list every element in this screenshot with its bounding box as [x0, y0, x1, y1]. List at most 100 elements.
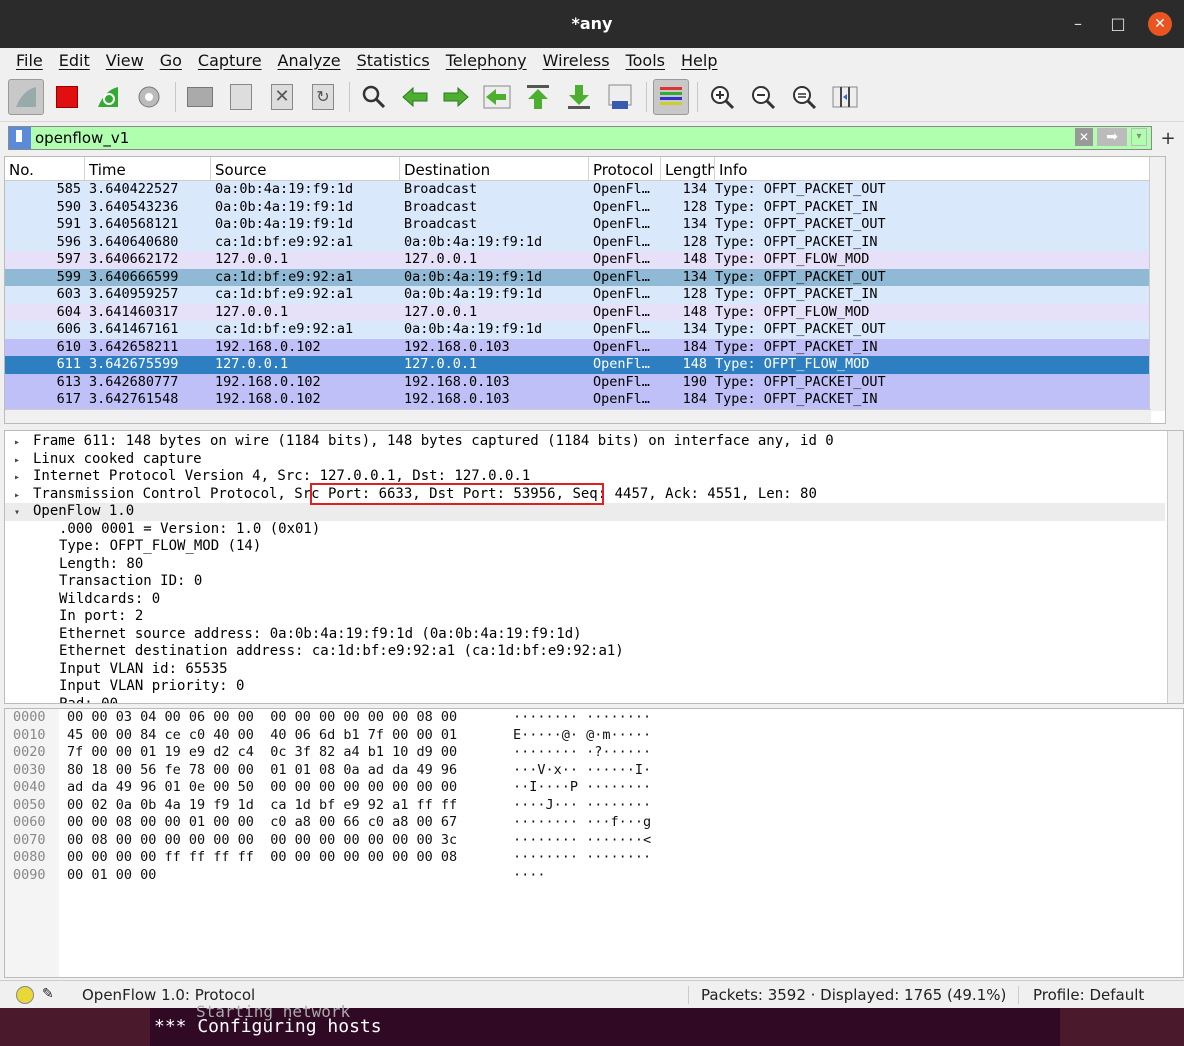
hex-line[interactable]: 0000 00 00 03 04 00 06 00 00 00 00 00 00 …	[5, 709, 1183, 727]
menu-view[interactable]: View	[98, 51, 152, 70]
clear-filter-icon[interactable]: ✕	[1075, 128, 1093, 146]
column-header-length[interactable]: Length	[661, 157, 715, 180]
packet-row[interactable]: 610 3.642658211 192.168.0.102 192.168.0.103…	[5, 338, 1151, 356]
hex-line[interactable]: 0070 00 08 00 00 00 00 00 00 00 00 00 00 …	[5, 832, 1183, 850]
find-icon[interactable]	[356, 79, 392, 115]
detail-field[interactable]: Pad: 00	[5, 696, 1165, 704]
colorize-icon[interactable]	[653, 78, 689, 115]
hex-line[interactable]: 0040 ad da 49 96 01 0e 00 50 00 00 00 00 …	[5, 779, 1183, 797]
hex-line[interactable]: 0030 80 18 00 56 fe 78 00 00 01 01 08 0a …	[5, 762, 1183, 780]
capture-comment-icon[interactable]: ✎	[42, 986, 62, 1004]
detail-field[interactable]: Length: 80	[5, 556, 1165, 574]
detail-tree-item[interactable]: ▾ OpenFlow 1.0	[5, 503, 1165, 521]
resize-columns-icon[interactable]	[827, 79, 863, 115]
hex-line[interactable]: 0090 00 01 00 00 ····	[5, 867, 1183, 885]
column-header-source[interactable]: Source	[211, 157, 400, 180]
zoom-out-icon[interactable]	[745, 79, 781, 115]
packet-row[interactable]: 613 3.642680777 192.168.0.102 192.168.0.103…	[5, 373, 1151, 391]
packet-row[interactable]: 606 3.641467161 ca:1d:bf:e9:92:a1 0a:0b:4a:…	[5, 321, 1151, 339]
close-file-icon[interactable]: ✕	[264, 79, 300, 115]
go-to-packet-icon[interactable]	[479, 79, 515, 115]
apply-filter-icon[interactable]: ➡	[1097, 128, 1127, 146]
menu-file[interactable]: File	[8, 51, 51, 70]
menu-capture[interactable]: Capture	[190, 51, 270, 70]
hex-line[interactable]: 0080 00 00 00 00 ff ff ff ff 00 00 00 00 …	[5, 849, 1183, 867]
packet-row[interactable]: 604 3.641460317 127.0.0.1 127.0.0.1 OpenFl… 1…	[5, 303, 1151, 321]
packet-row[interactable]: 591 3.640568121 0a:0b:4a:19:f9:1d Broadcast…	[5, 216, 1151, 234]
detail-field[interactable]: In port: 2	[5, 608, 1165, 626]
packet-row[interactable]: 597 3.640662172 127.0.0.1 127.0.0.1 OpenFl… 1…	[5, 251, 1151, 269]
column-header-time[interactable]: Time	[85, 157, 211, 180]
column-header-info[interactable]: Info	[715, 157, 1165, 180]
save-file-icon[interactable]	[223, 79, 259, 115]
expand-arrow-icon[interactable]: ▸	[5, 469, 29, 487]
cell-len: 148	[682, 251, 707, 267]
detail-text: Internet Protocol Version 4, Src: 127.0.…	[33, 468, 531, 484]
packet-row[interactable]: 590 3.640543236 0a:0b:4a:19:f9:1d Broadcast…	[5, 198, 1151, 216]
expand-arrow-icon[interactable]: ▾	[5, 504, 29, 522]
cell-time: 3.640568121	[89, 216, 179, 232]
hex-line[interactable]: 0060 00 00 08 00 00 01 00 00 c0 a8 00 66 …	[5, 814, 1183, 832]
status-profile[interactable]: Profile: Default	[1018, 985, 1144, 1004]
packet-row[interactable]: 596 3.640640680 ca:1d:bf:e9:92:a1 0a:0b:4a:…	[5, 233, 1151, 251]
zoom-in-icon[interactable]	[704, 79, 740, 115]
expand-arrow-icon[interactable]: ▸	[5, 434, 29, 452]
packet-list-vscroll[interactable]	[1149, 157, 1165, 411]
packet-row[interactable]: 585 3.640422527 0a:0b:4a:19:f9:1d Broadcast…	[5, 181, 1151, 199]
detail-tree-item[interactable]: ▸ Frame 611: 148 bytes on wire (1184 bits…	[5, 433, 1165, 451]
packet-row[interactable]: 603 3.640959257 ca:1d:bf:e9:92:a1 0a:0b:4a:…	[5, 286, 1151, 304]
detail-tree-item[interactable]: ▸ Linux cooked capture	[5, 451, 1165, 469]
filter-dropdown-icon[interactable]: ▾	[1131, 128, 1147, 146]
detail-field[interactable]: Transaction ID: 0	[5, 573, 1165, 591]
hex-line[interactable]: 0010 45 00 00 84 ce c0 40 00 40 06 6d b1 …	[5, 727, 1183, 745]
detail-field[interactable]: .000 0001 = Version: 1.0 (0x01)	[5, 521, 1165, 539]
expert-info-icon[interactable]	[16, 985, 34, 1004]
menu-telephony[interactable]: Telephony	[438, 51, 535, 70]
stop-icon[interactable]	[49, 79, 85, 115]
details-vscroll[interactable]	[1167, 431, 1183, 703]
hex-line[interactable]: 0020 7f 00 00 01 19 e9 d2 c4 0c 3f 82 a4 …	[5, 744, 1183, 762]
packet-row[interactable]: 617 3.642761548 192.168.0.102 192.168.0.103…	[5, 391, 1151, 409]
open-file-icon[interactable]	[182, 79, 218, 115]
options-gear-icon[interactable]	[131, 79, 167, 115]
menu-help[interactable]: Help	[673, 51, 725, 70]
maximize-button[interactable]: □	[1106, 12, 1130, 36]
packet-list-hscroll[interactable]	[5, 409, 1151, 423]
zoom-normal-icon[interactable]	[786, 79, 822, 115]
detail-field[interactable]: Ethernet destination address: ca:1d:bf:e…	[5, 643, 1165, 661]
menu-go[interactable]: Go	[152, 51, 190, 70]
reload-icon[interactable]: ↻	[305, 79, 341, 115]
menu-edit[interactable]: Edit	[51, 51, 98, 70]
packet-list-pane: No. Time Source Destination Protocol Length In…	[4, 156, 1166, 424]
shark-fin-icon[interactable]	[8, 78, 44, 115]
menu-analyze[interactable]: Analyze	[270, 51, 349, 70]
autoscroll-icon[interactable]	[602, 79, 638, 115]
go-last-icon[interactable]	[561, 79, 597, 115]
restart-icon[interactable]	[90, 79, 126, 115]
menu-wireless[interactable]: Wireless	[535, 51, 618, 70]
column-header-no[interactable]: No.	[5, 157, 85, 180]
menu-statistics[interactable]: Statistics	[349, 51, 438, 70]
bookmark-icon[interactable]	[9, 127, 31, 149]
column-header-protocol[interactable]: Protocol	[589, 157, 661, 180]
detail-field[interactable]: Type: OFPT_FLOW_MOD (14)	[5, 538, 1165, 556]
menu-tools[interactable]: Tools	[618, 51, 673, 70]
close-button[interactable]: ✕	[1148, 12, 1172, 36]
hex-hex: 00 00 03 04 00 06 00 00 00 00 00 00 00 0…	[67, 709, 458, 725]
expand-arrow-icon[interactable]: ▸	[5, 487, 29, 505]
go-forward-icon[interactable]	[438, 79, 474, 115]
column-header-destination[interactable]: Destination	[400, 157, 589, 180]
go-back-icon[interactable]	[397, 79, 433, 115]
detail-field[interactable]: Ethernet source address: 0a:0b:4a:19:f9:…	[5, 626, 1165, 644]
go-first-icon[interactable]	[520, 79, 556, 115]
add-filter-button-icon[interactable]: +	[1158, 128, 1178, 149]
packet-row[interactable]: 599 3.640666599 ca:1d:bf:e9:92:a1 0a:0b:4a:…	[5, 268, 1151, 286]
packet-row[interactable]: 611 3.642675599 127.0.0.1 127.0.0.1 OpenFl… 1…	[5, 356, 1151, 374]
minimize-button[interactable]: –	[1066, 12, 1090, 36]
detail-field[interactable]: Input VLAN id: 65535	[5, 661, 1165, 679]
detail-field[interactable]: Input VLAN priority: 0	[5, 678, 1165, 696]
detail-field[interactable]: Wildcards: 0	[5, 591, 1165, 609]
expand-arrow-icon[interactable]: ▸	[5, 452, 29, 470]
display-filter-input[interactable]: openflow_v1 ✕ ➡ ▾	[8, 126, 1152, 150]
hex-line[interactable]: 0050 00 02 0a 0b 4a 19 f9 1d ca 1d bf e9 …	[5, 797, 1183, 815]
